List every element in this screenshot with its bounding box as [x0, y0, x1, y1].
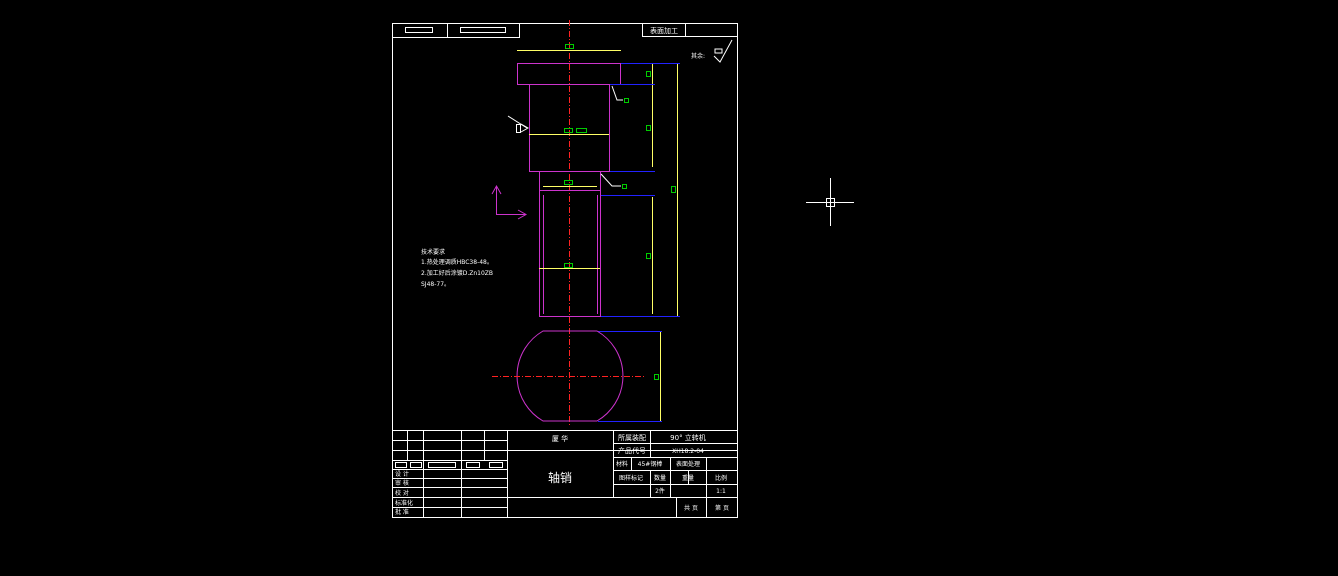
scale-value: 1:1: [716, 488, 726, 495]
assembly-value: 90° 立转机: [670, 433, 706, 442]
top-strip: 表面加工: [392, 23, 737, 38]
part-name: 轴销: [548, 470, 572, 485]
assembly-label: 所属装配: [618, 433, 646, 442]
surface-treatment-label: 表面处理: [676, 460, 700, 468]
technical-requirements: 技术要求 1.热处理调质HBC38-48。 2.加工好后涂镀D.Zn10ZB S…: [421, 248, 493, 288]
change-mark-label: 图样标记: [619, 474, 643, 482]
material-value: 45#钢棒: [638, 460, 663, 468]
product-code-label: 产品代号: [618, 446, 646, 455]
check-label: 审 核: [395, 479, 409, 487]
end-view: [492, 330, 645, 422]
scale-label: 比例: [715, 474, 727, 482]
sheet-total: 共 页: [684, 504, 698, 512]
proofread-label: 校 对: [395, 489, 409, 497]
quantity-label: 数量: [654, 474, 666, 482]
tech-req-line1: 1.热处理调质HBC38-48。: [421, 258, 493, 266]
dimension-extension-lines: [652, 64, 678, 421]
sheet-number: 第 页: [715, 504, 729, 512]
standardize-label: 标准化: [395, 499, 413, 507]
approve-label: 批 准: [395, 508, 409, 516]
design-label: 设 计: [395, 470, 409, 478]
tech-req-line3: SJ48-77。: [421, 281, 450, 288]
tech-req-line2: 2.加工好后涂镀D.Zn10ZB: [421, 269, 493, 277]
dimension-text-markers: [564, 44, 676, 380]
tech-req-title: 技术要求: [421, 248, 445, 256]
material-label: 材料: [616, 460, 628, 468]
ucs-icon: [491, 184, 528, 220]
quantity-value: 2件: [655, 487, 665, 495]
title-block-text: 厦 华 轴销 所属装配 90° 立转机 产品代号 XH18.2-04 材料 45…: [395, 433, 729, 516]
dimension-lines: [598, 63, 680, 422]
surface-process-label: 表面加工: [650, 26, 678, 35]
roughness-label: 其余:: [691, 52, 705, 60]
weight-label: 重量: [682, 474, 694, 482]
cad-drawing-canvas[interactable]: 表面加工 其余: 技术要求 1.热处理调质HBC38-48。 2.加工好后涂镀D…: [0, 0, 1338, 576]
roughness-symbol: 其余:: [691, 39, 733, 63]
surface-finish-left: [507, 115, 530, 133]
factory-name: 厦 华: [552, 434, 568, 443]
crosshair-cursor-icon: [806, 178, 854, 226]
product-code-value: XH18.2-04: [672, 448, 704, 455]
